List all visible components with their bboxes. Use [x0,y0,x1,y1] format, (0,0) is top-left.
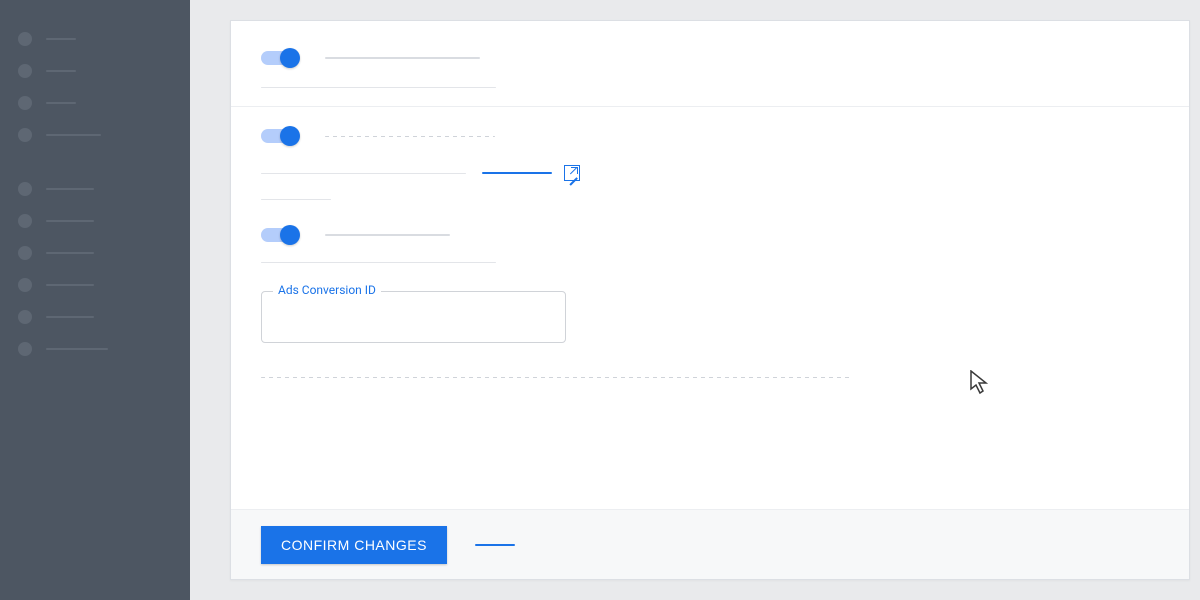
ads-conversion-id-input[interactable] [261,291,566,343]
toggle-2[interactable] [261,129,297,143]
setting-description [261,87,496,88]
setting-description [261,262,496,263]
setting-description-line2 [261,199,331,200]
sidebar-item[interactable] [18,208,190,234]
toggle-1[interactable] [261,51,297,65]
sidebar-item[interactable] [18,304,190,330]
helper-text [261,377,851,378]
sidebar-item-icon [18,64,32,78]
setting-section-1 [231,21,1189,106]
sidebar-item-icon [18,128,32,142]
external-link-icon[interactable] [564,165,580,181]
sidebar-item-icon [18,278,32,292]
sidebar-item-label [46,316,94,318]
sidebar-item-label [46,348,108,350]
main-area: Ads Conversion ID CONFIRM CHANGES [190,0,1200,600]
inline-link[interactable] [482,172,552,174]
sidebar-item[interactable] [18,90,190,116]
sidebar-item-label [46,220,94,222]
sidebar-item-label [46,102,76,104]
sidebar-item-icon [18,310,32,324]
settings-panel: Ads Conversion ID CONFIRM CHANGES [230,20,1190,580]
sidebar-item[interactable] [18,58,190,84]
sidebar-item[interactable] [18,176,190,202]
sidebar-item-icon [18,342,32,356]
toggle-3[interactable] [261,228,297,242]
sidebar-item-label [46,38,76,40]
sidebar-item-icon [18,32,32,46]
setting-section-2: Ads Conversion ID [231,106,1189,396]
sidebar [0,0,190,600]
sidebar-item-icon [18,246,32,260]
setting-label [325,57,480,59]
sidebar-item-label [46,284,94,286]
sidebar-item-label [46,252,94,254]
ads-conversion-id-field: Ads Conversion ID [261,291,1159,343]
secondary-action[interactable] [475,544,515,546]
sidebar-item-icon [18,182,32,196]
sidebar-item-label [46,70,76,72]
panel-footer: CONFIRM CHANGES [231,509,1189,579]
sidebar-item-label [46,134,101,136]
setting-description [261,173,466,174]
sidebar-item[interactable] [18,122,190,148]
confirm-changes-button[interactable]: CONFIRM CHANGES [261,526,447,564]
setting-label [325,136,495,137]
sidebar-item[interactable] [18,240,190,266]
sidebar-item-icon [18,214,32,228]
sidebar-item-icon [18,96,32,110]
sidebar-item[interactable] [18,26,190,52]
sidebar-item[interactable] [18,272,190,298]
field-label: Ads Conversion ID [273,283,381,297]
setting-label [325,234,450,236]
sidebar-item[interactable] [18,336,190,362]
sidebar-item-label [46,188,94,190]
